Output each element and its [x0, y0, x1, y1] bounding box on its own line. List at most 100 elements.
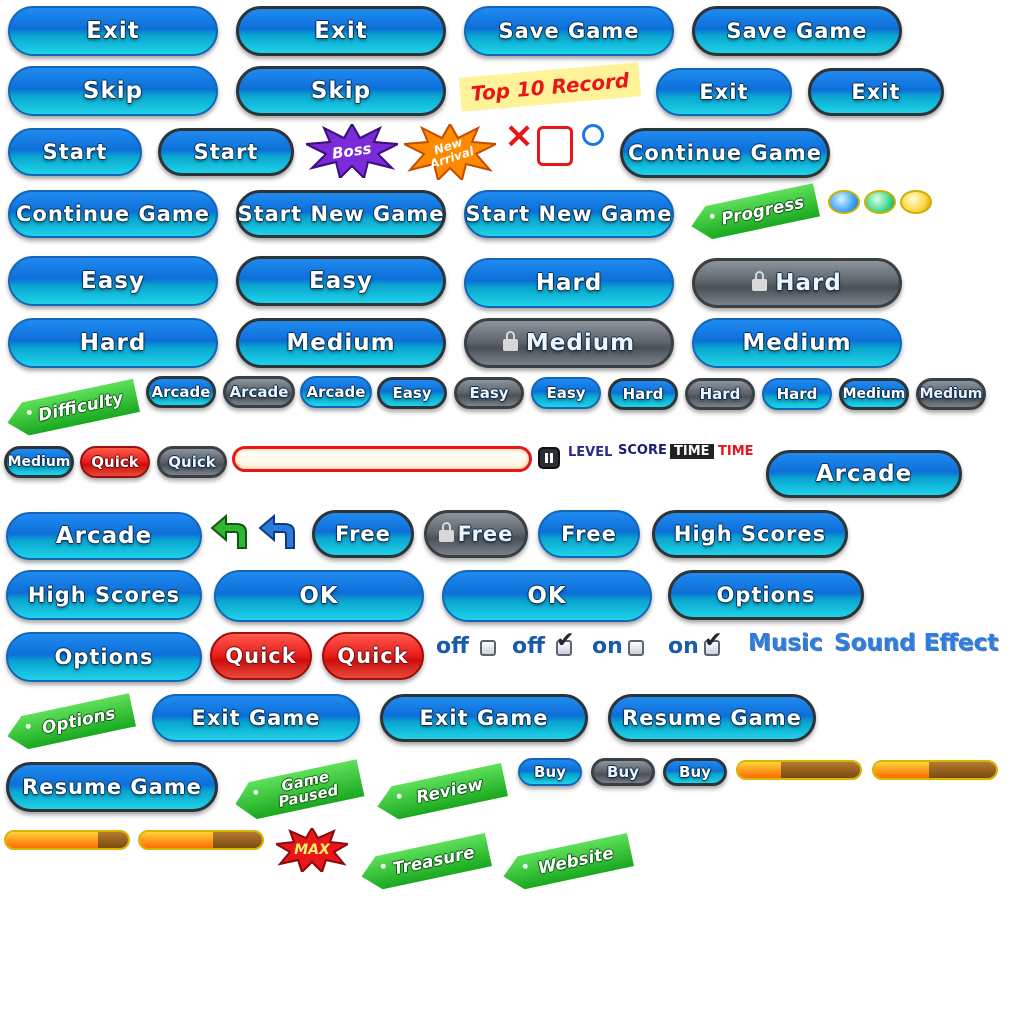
high-scores-button[interactable]: High Scores: [6, 570, 202, 620]
easy-small-button[interactable]: Easy: [531, 377, 601, 409]
tag-hole-icon: [26, 409, 32, 415]
exit-button-small[interactable]: Exit: [656, 68, 792, 116]
toggle-label-on-checked: on: [668, 634, 699, 659]
back-arrow-blue-icon[interactable]: [258, 510, 302, 550]
tag-hole-icon: [396, 793, 402, 799]
progress-bar-2: [872, 760, 998, 780]
arcade-small-button[interactable]: Arcade: [300, 376, 372, 408]
start-button[interactable]: Start: [8, 128, 142, 176]
medium-button-hover[interactable]: Medium: [236, 318, 446, 368]
buy-button-disabled: Buy: [591, 758, 655, 786]
exit-button[interactable]: Exit: [8, 6, 218, 56]
progress-bar-1: [736, 760, 862, 780]
potion-green-icon: [864, 190, 896, 214]
progress-tag: Progress: [688, 183, 820, 243]
medium-locked-label: Medium: [525, 330, 636, 356]
music-label: Music: [748, 630, 823, 656]
empty-square-icon[interactable]: [537, 126, 573, 166]
skip-button[interactable]: Skip: [8, 66, 218, 116]
free-button[interactable]: Free: [538, 510, 640, 558]
time-label-red: TIME: [718, 444, 754, 459]
treasure-tag: Treasure: [358, 833, 492, 893]
potion-blue-icon: [828, 190, 860, 214]
checkbox-unchecked-on[interactable]: [628, 640, 644, 656]
medium-button[interactable]: Medium: [692, 318, 902, 368]
start-new-game-button-hover[interactable]: Start New Game: [236, 190, 446, 238]
buy-button[interactable]: Buy: [518, 758, 582, 786]
arcade-small-button-disabled: Arcade: [223, 376, 295, 408]
exit-game-button-hover[interactable]: Exit Game: [380, 694, 588, 742]
save-game-button-hover[interactable]: Save Game: [692, 6, 902, 56]
tag-hole-icon: [253, 789, 259, 795]
toggle-label-off: off: [436, 634, 469, 659]
start-new-game-button[interactable]: Start New Game: [464, 190, 674, 238]
tag-hole-icon: [26, 723, 32, 729]
easy-button[interactable]: Easy: [8, 256, 218, 306]
top-10-record-label: Top 10 Record: [458, 62, 642, 112]
easy-button-hover[interactable]: Easy: [236, 256, 446, 306]
hard-small-button[interactable]: Hard: [762, 378, 832, 410]
new-arrival-burst-icon: New Arrival: [404, 124, 496, 180]
medium-small-button-disabled: Medium: [916, 378, 986, 410]
options-tag-text: Options: [40, 703, 118, 739]
medium-small-button-hover[interactable]: Medium: [839, 378, 909, 410]
progress-bar-4: [138, 830, 264, 850]
sound-effect-label: Sound Effect: [834, 630, 999, 656]
pause-icon[interactable]: [538, 447, 560, 469]
potion-yellow-icon: [900, 190, 932, 214]
buy-button-hover[interactable]: Buy: [663, 758, 727, 786]
options-button-hover[interactable]: Options: [668, 570, 864, 620]
exit-button-small-hover[interactable]: Exit: [808, 68, 944, 116]
free-button-hover[interactable]: Free: [312, 510, 414, 558]
quick-button-red-alt[interactable]: Quick: [322, 632, 424, 680]
high-scores-button-hover[interactable]: High Scores: [652, 510, 848, 558]
continue-game-button[interactable]: Continue Game: [8, 190, 218, 238]
lock-icon: [752, 271, 768, 291]
quick-button-red[interactable]: Quick: [210, 632, 312, 680]
arcade-small-button-hover[interactable]: Arcade: [146, 376, 216, 408]
max-burst-icon: MAX: [276, 828, 348, 872]
score-label: SCORE: [618, 443, 667, 458]
resume-game-button-hover[interactable]: Resume Game: [608, 694, 816, 742]
start-button-hover[interactable]: Start: [158, 128, 294, 176]
free-button-locked: Free: [424, 510, 528, 558]
game-ui-sprite-sheet: Exit Exit Save Game Save Game Skip Skip …: [0, 0, 1024, 1024]
tag-hole-icon: [380, 863, 386, 869]
review-tag: Review: [374, 763, 508, 823]
max-text: MAX: [294, 842, 330, 858]
back-arrow-green-icon[interactable]: [210, 510, 254, 550]
circle-o-icon[interactable]: [582, 124, 604, 146]
lock-icon: [438, 522, 454, 542]
text-input-field[interactable]: [232, 446, 532, 472]
hard-button[interactable]: Hard: [464, 258, 674, 308]
website-tag: Website: [500, 833, 634, 893]
arcade-button-hover[interactable]: Arcade: [766, 450, 962, 498]
continue-game-button-hover[interactable]: Continue Game: [620, 128, 830, 178]
close-x-icon[interactable]: ×: [504, 118, 534, 154]
medium-button-locked: Medium: [464, 318, 674, 368]
options-button[interactable]: Options: [6, 632, 202, 682]
arcade-button[interactable]: Arcade: [6, 512, 202, 560]
toggle-label-on: on: [592, 634, 623, 659]
skip-button-hover[interactable]: Skip: [236, 66, 446, 116]
exit-game-button[interactable]: Exit Game: [152, 694, 360, 742]
progress-bar-3: [4, 830, 130, 850]
hard-small-button-disabled: Hard: [685, 378, 755, 410]
quick-mini-button-red[interactable]: Quick: [80, 446, 150, 478]
difficulty-tag-text: Difficulty: [36, 388, 126, 426]
checkbox-unchecked[interactable]: [480, 640, 496, 656]
medium-mini-button[interactable]: Medium: [4, 446, 74, 478]
exit-button-hover[interactable]: Exit: [236, 6, 446, 56]
ok-button[interactable]: OK: [214, 570, 424, 622]
ok-button-alt[interactable]: OK: [442, 570, 652, 622]
save-game-button[interactable]: Save Game: [464, 6, 674, 56]
hard-small-button-hover[interactable]: Hard: [608, 378, 678, 410]
hard-button-alt[interactable]: Hard: [8, 318, 218, 368]
easy-small-button-hover[interactable]: Easy: [377, 377, 447, 409]
website-tag-text: Website: [536, 843, 616, 879]
hard-button-locked: Hard: [692, 258, 902, 308]
boss-burst-icon: Boss: [306, 124, 398, 178]
difficulty-tag: Difficulty: [4, 379, 140, 440]
easy-small-button-disabled: Easy: [454, 377, 524, 409]
resume-game-button[interactable]: Resume Game: [6, 762, 218, 812]
